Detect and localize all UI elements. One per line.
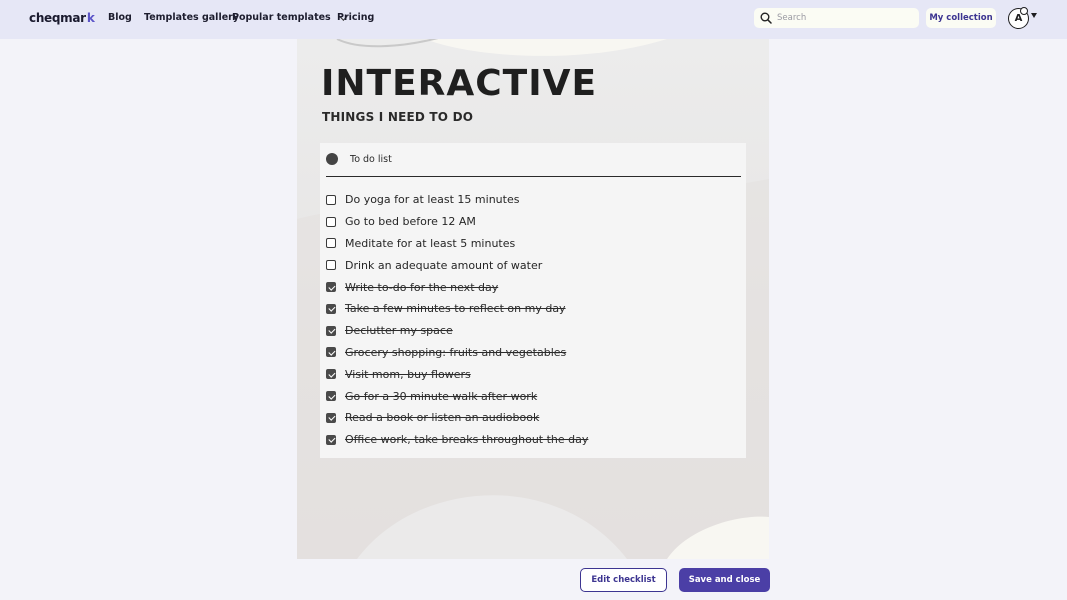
checklist-item[interactable]: Declutter my space: [326, 320, 741, 342]
checklist-item[interactable]: Go for a 30 minute walk after work: [326, 385, 741, 407]
checklist-item-label: Declutter my space: [345, 324, 453, 338]
save-and-close-button[interactable]: Save and close: [679, 568, 770, 592]
checklist-item-label: Read a book or listen an audiobook: [345, 411, 540, 425]
checklist-item[interactable]: Meditate for at least 5 minutes: [326, 233, 741, 255]
list-divider: [326, 176, 741, 178]
checklist-item[interactable]: Go to bed before 12 AM: [326, 211, 741, 233]
todo-items: Do yoga for at least 15 minutes Go to bed…: [326, 189, 741, 451]
checklist-item[interactable]: Take a few minutes to reflect on my day: [326, 298, 741, 320]
checklist-item-label: Visit mom, buy flowers: [345, 367, 471, 381]
checklist-item[interactable]: Write to-do for the next day: [326, 276, 741, 298]
checkbox-checked[interactable]: [326, 325, 336, 336]
nav-link-blog[interactable]: Blog: [108, 12, 132, 23]
checklist-item-label: Go to bed before 12 AM: [345, 215, 476, 229]
checklist-item-label: Drink an adequate amount of water: [345, 258, 543, 272]
checkbox-checked[interactable]: [326, 282, 336, 293]
checklist-item[interactable]: Grocery shopping: fruits and vegetables: [326, 342, 741, 364]
top-navigation: cheqmar k Blog Templates gallery Popular …: [0, 0, 1067, 39]
cheqmark-logo[interactable]: cheqmar k: [29, 11, 95, 25]
list-header: To do list: [326, 153, 392, 165]
caret-down-icon[interactable]: [1031, 13, 1037, 18]
checkbox-unchecked[interactable]: [326, 216, 336, 227]
checklist-item[interactable]: Office work, take breaks throughout the …: [326, 429, 741, 451]
checkbox-checked[interactable]: [326, 347, 336, 358]
search-icon: [760, 12, 772, 24]
logo-mark: k: [86, 11, 95, 25]
checkbox-unchecked[interactable]: [326, 194, 336, 205]
logo-text: cheqmar: [29, 11, 86, 25]
checklist-item-label: Go for a 30 minute walk after work: [345, 389, 538, 403]
list-bullet-icon: [326, 153, 338, 165]
notification-dot-icon: [1020, 7, 1028, 15]
checkbox-checked[interactable]: [326, 434, 336, 445]
page-title: INTERACTIVE: [321, 63, 598, 104]
checklist-item[interactable]: Read a book or listen an audiobook: [326, 407, 741, 429]
checklist-item-label: Office work, take breaks throughout the …: [345, 433, 589, 447]
nav-link-templates-gallery[interactable]: Templates gallery: [144, 12, 239, 23]
checkbox-checked[interactable]: [326, 412, 336, 423]
checklist-item-label: Meditate for at least 5 minutes: [345, 236, 516, 250]
list-title[interactable]: To do list: [350, 154, 392, 165]
checklist-item-label: Write to-do for the next day: [345, 280, 499, 294]
checkbox-unchecked[interactable]: [326, 260, 336, 271]
my-collection-button[interactable]: My collection: [926, 8, 996, 28]
checklist-item-label: Take a few minutes to reflect on my day: [345, 302, 566, 316]
checklist-item-label: Grocery shopping: fruits and vegetables: [345, 345, 567, 359]
checklist-item[interactable]: Visit mom, buy flowers: [326, 363, 741, 385]
todo-list-card: To do list Do yoga for at least 15 minut…: [320, 143, 746, 458]
checklist-item-label: Do yoga for at least 15 minutes: [345, 193, 520, 207]
checkbox-checked[interactable]: [326, 369, 336, 380]
checklist-item[interactable]: Do yoga for at least 15 minutes: [326, 189, 741, 211]
checkbox-checked[interactable]: [326, 391, 336, 402]
checkbox-unchecked[interactable]: [326, 238, 336, 249]
edit-checklist-button[interactable]: Edit checklist: [580, 568, 667, 592]
checkbox-checked[interactable]: [326, 303, 336, 314]
popular-templates-label: Popular templates: [232, 12, 331, 23]
search-input[interactable]: [777, 13, 907, 23]
checklist-item[interactable]: Drink an adequate amount of water: [326, 254, 741, 276]
nav-link-popular-templates[interactable]: Popular templates: [232, 11, 348, 23]
nav-link-pricing[interactable]: Pricing: [337, 12, 374, 23]
page-subtitle: THINGS I NEED TO DO: [322, 110, 474, 124]
search-box[interactable]: [754, 8, 919, 28]
checklist-canvas: INTERACTIVE THINGS I NEED TO DO To do li…: [297, 39, 769, 559]
